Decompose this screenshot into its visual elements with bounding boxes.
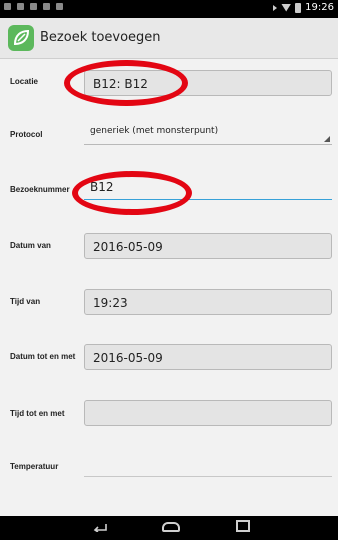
notification-icon [56, 3, 63, 10]
tijd-van-label: Tijd van [10, 297, 41, 306]
datum-van-label: Datum van [10, 241, 51, 250]
navigation-bar [0, 516, 338, 540]
bezoeknummer-label: Bezoeknummer [10, 185, 70, 194]
volume-icon [273, 4, 278, 11]
protocol-select[interactable]: generiek (met monsterpunt) [84, 124, 332, 145]
datum-tot-label: Datum tot en met [10, 352, 76, 361]
tijd-tot-field[interactable] [84, 400, 332, 426]
status-clock: 19:26 [305, 2, 334, 13]
temperatuur-input[interactable] [84, 458, 332, 477]
tijd-tot-label: Tijd tot en met [10, 409, 65, 418]
datum-tot-field[interactable]: 2016-05-09 [84, 344, 332, 370]
notification-icon [43, 3, 50, 10]
wifi-icon [281, 3, 292, 12]
battery-icon [295, 2, 302, 13]
datum-van-field[interactable]: 2016-05-09 [84, 233, 332, 259]
recent-apps-icon[interactable] [236, 520, 250, 532]
protocol-label: Protocol [10, 130, 43, 139]
notification-icon [30, 3, 37, 10]
annotation-ellipse-locatie [64, 60, 188, 106]
protocol-value: generiek (met monsterpunt) [90, 126, 219, 136]
datum-van-value: 2016-05-09 [93, 240, 163, 254]
notification-icon [4, 3, 11, 10]
tijd-van-value: 19:23 [93, 296, 128, 310]
home-icon[interactable] [162, 522, 180, 532]
tijd-van-field[interactable]: 19:23 [84, 289, 332, 315]
notification-icons [4, 3, 63, 10]
page-title: Bezoek toevoegen [40, 30, 161, 45]
annotation-ellipse-bezoeknummer [72, 171, 192, 215]
app-bar: Bezoek toevoegen [0, 18, 338, 59]
back-icon[interactable] [92, 522, 108, 532]
datum-tot-value: 2016-05-09 [93, 351, 163, 365]
temperatuur-label: Temperatuur [10, 462, 59, 471]
locatie-label: Locatie [10, 77, 39, 86]
notification-icon [17, 3, 24, 10]
status-bar: 19:26 [0, 0, 338, 18]
dropdown-caret-icon [324, 136, 330, 142]
app-logo-icon[interactable] [8, 25, 34, 51]
